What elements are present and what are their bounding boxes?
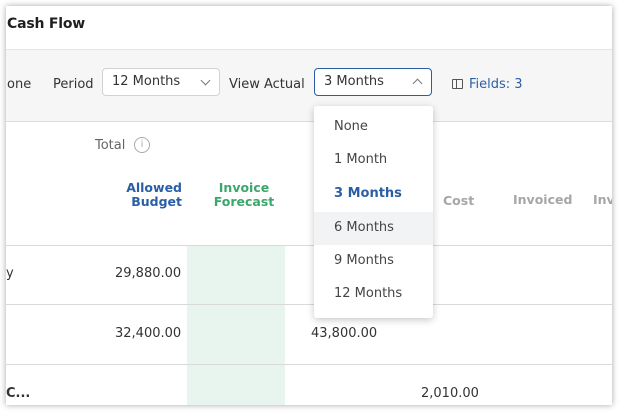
allowed-budget-header[interactable]: Allowed Budget: [116, 181, 182, 209]
cost-header[interactable]: Cost: [443, 193, 474, 208]
dropdown-option-9-months[interactable]: 9 Months: [314, 245, 433, 278]
info-icon[interactable]: i: [134, 137, 150, 153]
fields-button[interactable]: Fields: 3: [469, 77, 523, 92]
forecast-cell: 43,800.00: [311, 326, 378, 341]
chevron-up-icon: [412, 78, 423, 89]
chevron-down-icon: [200, 75, 211, 86]
allowed-budget-cell: 32,400.00: [115, 326, 182, 341]
page-title: Cash Flow: [7, 16, 86, 32]
title-bar: Cash Flow: [6, 6, 612, 50]
allowed-budget-cell: 29,880.00: [115, 266, 182, 281]
cost-cell: 2,010.00: [421, 386, 479, 401]
period-select-value: 12 Months: [112, 74, 181, 89]
invoice-forecast-column-bg: [187, 245, 285, 405]
dropdown-option-6-months[interactable]: 6 Months: [314, 212, 433, 245]
dropdown-option-3-months[interactable]: 3 Months: [314, 178, 433, 211]
view-actual-label: View Actual: [229, 77, 305, 92]
period-select[interactable]: 12 Months: [102, 68, 220, 96]
row-divider: [6, 245, 612, 246]
invoiced-header[interactable]: Invoiced: [513, 192, 572, 207]
period-label: Period: [53, 77, 94, 92]
truncated-column-header[interactable]: Inv: [593, 192, 612, 207]
truncated-filter-label: one: [7, 77, 32, 92]
allowed-budget-header-line-1: Allowed: [126, 180, 182, 195]
view-actual-select-value: 3 Months: [324, 74, 384, 89]
dropdown-option-none[interactable]: None: [314, 111, 433, 144]
invoice-forecast-header[interactable]: Invoice Forecast: [207, 181, 281, 209]
row-name: y: [6, 266, 14, 281]
toolbar: one Period 12 Months View Actual 3 Month…: [6, 50, 612, 122]
data-grid: Total i Allowed Budget Invoice Forecast …: [6, 123, 612, 405]
view-actual-select[interactable]: 3 Months: [314, 68, 432, 96]
row-divider: [6, 304, 612, 305]
invoice-forecast-header-line-1: Invoice: [218, 180, 270, 195]
invoice-forecast-header-line-2: Forecast: [213, 194, 275, 209]
dropdown-option-1-month[interactable]: 1 Month: [314, 144, 433, 177]
total-header: Total: [95, 138, 126, 153]
dropdown-option-12-months[interactable]: 12 Months: [314, 278, 433, 311]
row-name: C...: [6, 386, 31, 401]
allowed-budget-header-line-2: Budget: [131, 194, 182, 209]
columns-icon[interactable]: [452, 79, 463, 89]
view-actual-dropdown-menu: None 1 Month 3 Months 6 Months 9 Months …: [314, 106, 433, 318]
row-divider: [6, 364, 612, 365]
app-window: Cash Flow one Period 12 Months View Actu…: [6, 6, 612, 405]
